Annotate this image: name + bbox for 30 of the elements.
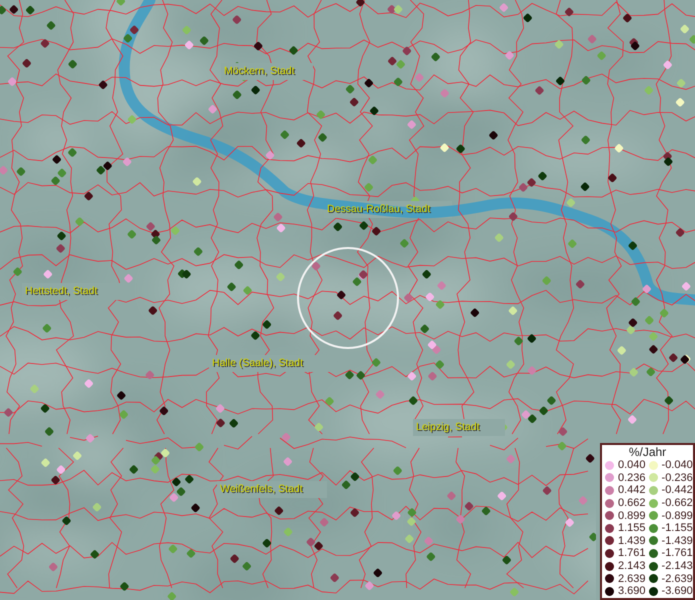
legend-label: -1.439 [662,534,693,547]
legend-label: -0.236 [662,472,693,484]
legend-label: -2.143 [662,560,693,572]
legend-label: 1.155 [618,522,646,534]
legend-label: -1.155 [662,522,693,534]
legend-label: -1.761 [662,547,693,560]
legend-label: 0.442 [618,484,646,496]
place-label: Weißenfels, Stadt [220,483,303,495]
place-label: Dessau-Roßlau, Stadt [327,203,430,215]
legend-label: -0.662 [662,497,693,510]
place-label: Möckern, Stadt [224,65,295,77]
legend-label: 3.690 [618,585,646,598]
legend-label: 0.236 [618,472,646,484]
place-label: Leipzig, Stadt [416,421,480,433]
legend-title: %/Jahr [628,446,668,459]
legend-label: 2.143 [618,560,646,572]
legend-label: 0.040 [618,459,646,472]
place-label: Hettstedt, Stadt [25,285,98,297]
legend-label: 1.761 [618,547,646,560]
legend-label: 2.639 [618,572,646,585]
legend-label: -2.639 [662,572,693,585]
selection-circle-icon [297,247,399,349]
place-label: Halle (Saale), Stadt [212,357,304,369]
legend-label: 0.899 [618,510,646,522]
legend-label: 0.662 [618,497,646,510]
legend-label: -3.690 [662,585,693,598]
legend-label: -0.899 [662,510,693,522]
legend-label: -0.442 [662,484,693,496]
legend-label: 1.439 [618,534,646,547]
legend-label: -0.040 [662,459,693,472]
